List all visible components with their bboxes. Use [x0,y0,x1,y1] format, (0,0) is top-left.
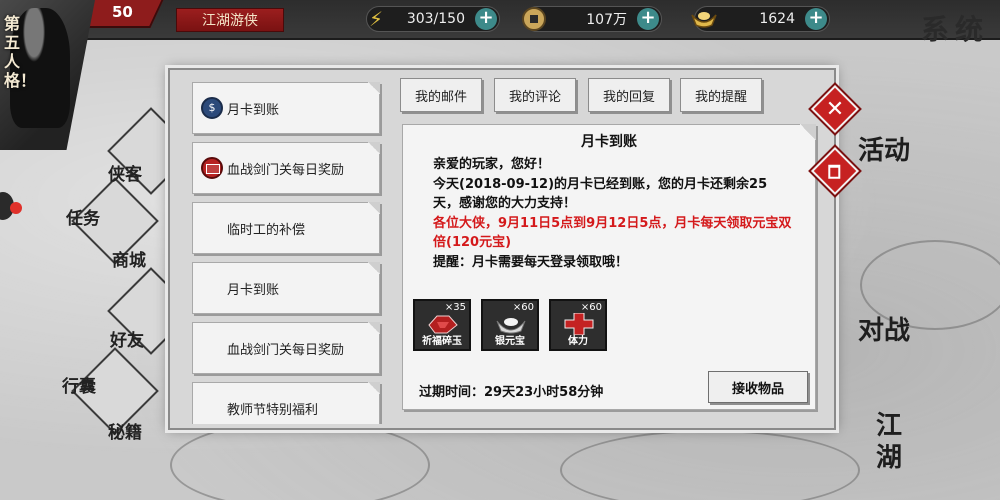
tab-my-mail[interactable]: 我的邮件 [400,78,482,112]
tab-my-replies[interactable]: 我的回复 [588,78,670,112]
reward-qty: ×35 [444,302,466,313]
mail-item-label: 教师节特别福利 [227,402,319,418]
ingot-value: 1624 [759,11,795,27]
mail-item-label: 月卡到账 [227,102,280,118]
mail-item-label: 月卡到账 [227,282,280,298]
page-fold [368,322,380,334]
tab-my-reminders[interactable]: 我的提醒 [680,78,762,112]
friends-menu-label[interactable]: 好友 [110,326,144,351]
stamina-resource: ⚡ 303/150 + [366,6,500,32]
ingot-icon [689,4,719,34]
mail-item-label: 临时工的补偿 [227,222,306,238]
mail-reminder: 提醒：月卡需要每天登录领取哦！ [433,254,629,270]
mail-list-item[interactable]: 教师节特别福利 [192,382,380,424]
claim-items-button[interactable]: 接收物品 [708,371,808,403]
trash-icon [828,164,841,179]
hero-menu-label[interactable]: 侠客 [108,160,142,185]
game-scene: 活动 对战 江湖 侠客 任务 商城 好友 行囊 秘籍 50 第五人格！ 江湖游侠… [0,0,1000,500]
mail-dialog: $ 月卡到账 血战剑门关每日奖励 临时工的补偿 月卡到账 血战剑门关每日奖励 教… [168,68,836,430]
system-menu-button[interactable]: 系统 [910,0,1000,55]
mail-body: 亲爱的玩家，您好！ 今天(2018-09-12)的月卡已经到账，您的月卡还剩余2… [433,155,793,273]
mail-detail-panel: 月卡到账 亲爱的玩家，您好！ 今天(2018-09-12)的月卡已经到账，您的月… [402,124,816,410]
mail-body-text: 今天(2018-09-12)的月卡已经到账，您的月卡还剩余25天，感谢您的大力支… [433,176,768,212]
reward-name: 银元宝 [495,336,525,347]
page-fold [368,262,380,274]
mail-title: 月卡到账 [581,134,637,150]
mail-list-item[interactable]: 血战剑门关每日奖励 [192,322,380,374]
coin-resource: 107万 + [522,6,662,32]
cloud-decoration [560,430,860,500]
mail-list-item[interactable]: 临时工的补偿 [192,202,380,254]
expire-time: 过期时间：29天23小时58分钟 [419,385,604,400]
mail-item-label: 血战剑门关每日奖励 [227,342,345,358]
ingot-resource: 1624 + [691,6,830,32]
task-menu-label[interactable]: 任务 [66,204,100,229]
coin-icon [519,4,549,34]
mail-list-item[interactable]: 月卡到账 [192,262,380,314]
notification-dot [10,202,22,214]
bag-menu-label[interactable]: 行囊 [62,372,96,397]
money-bag-icon: $ [201,97,223,119]
activity-menu-label[interactable]: 活动 [858,130,910,167]
player-level: 50 [112,3,133,21]
mail-item-label: 血战剑门关每日奖励 [227,162,345,178]
coin-value: 107万 [586,12,627,28]
close-icon: ✕ [825,96,845,122]
tab-my-comments[interactable]: 我的评论 [494,78,576,112]
stamina-value: 303/150 [406,11,465,27]
mail-greeting: 亲爱的玩家，您好！ [433,157,551,172]
player-title-badge: 江湖游侠 [176,8,284,32]
add-coin-button[interactable]: + [637,8,659,30]
envelope-icon [201,157,223,179]
reward-item[interactable]: ×35 祈福碎玉 [413,299,471,351]
mail-list[interactable]: $ 月卡到账 血战剑门关每日奖励 临时工的补偿 月卡到账 血战剑门关每日奖励 教… [184,78,384,424]
jianghu-menu-label[interactable]: 江湖 [876,410,916,474]
skills-menu-label[interactable]: 秘籍 [108,418,142,443]
page-fold [368,202,380,214]
shop-menu-label[interactable]: 商城 [112,246,146,271]
cloud-decoration [170,420,430,500]
mail-list-item[interactable]: $ 月卡到账 [192,82,380,134]
reward-name: 祈福碎玉 [422,336,462,347]
character-name: 第五人格！ [4,14,37,90]
page-fold [368,82,380,94]
lightning-icon: ⚡ [368,7,384,31]
mail-list-item[interactable]: 血战剑门关每日奖励 [192,142,380,194]
mail-event-notice: 各位大侠，9月11日5点到9月12日5点，月卡每天领取元宝双倍(120元宝) [433,215,792,251]
reward-item[interactable]: ×60 银元宝 [481,299,539,351]
page-fold [368,142,380,154]
reward-qty: ×60 [512,302,534,313]
page-fold [368,382,380,394]
add-ingot-button[interactable]: + [805,8,827,30]
player-avatar[interactable]: 第五人格！ [0,0,95,150]
reward-item[interactable]: ×60 体力 [549,299,607,351]
reward-qty: ×60 [580,302,602,313]
battle-menu-label[interactable]: 对战 [858,310,910,347]
add-stamina-button[interactable]: + [475,8,497,30]
reward-name: 体力 [568,336,588,347]
